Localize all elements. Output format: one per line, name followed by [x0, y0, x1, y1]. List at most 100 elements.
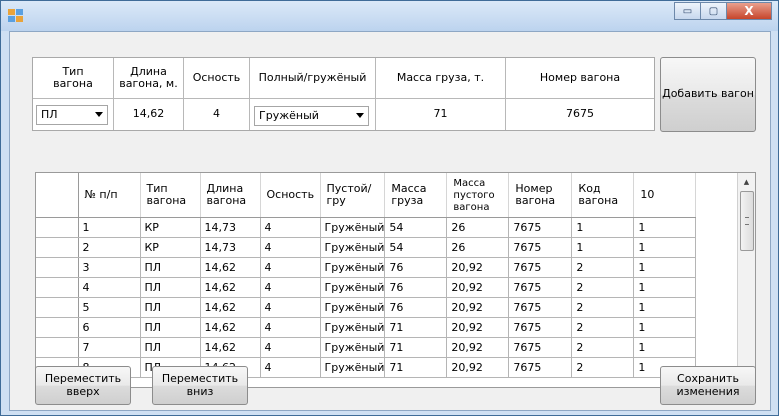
cell[interactable]: 4	[78, 277, 141, 298]
cell[interactable]: 1	[633, 337, 697, 358]
cell[interactable]: 7675	[508, 317, 573, 338]
cell[interactable]: 14,62	[200, 257, 261, 278]
number-field[interactable]: 7675	[506, 99, 654, 130]
table-row[interactable]: 6 ПЛ 14,62 4 Гружёный 71 20,92 7675 2 1	[36, 317, 697, 338]
cell[interactable]: Гружёный	[320, 257, 386, 278]
cell[interactable]: 4	[260, 357, 321, 378]
cell[interactable]: Гружёный	[320, 277, 386, 298]
table-row[interactable]: 1 КР 14,73 4 Гружёный 54 26 7675 1 1	[36, 217, 697, 238]
cell[interactable]: 71	[384, 357, 448, 378]
column-header[interactable]: Тип вагона	[140, 173, 201, 218]
load-combo[interactable]: Гружёный	[254, 106, 369, 126]
cell[interactable]: 14,62	[200, 277, 261, 298]
scroll-up-icon[interactable]: ▲	[738, 173, 755, 190]
cell[interactable]: КР	[140, 217, 201, 238]
cell[interactable]: 5	[78, 297, 141, 318]
cell[interactable]: Гружёный	[320, 297, 386, 318]
close-button[interactable]: X	[726, 2, 772, 20]
cell[interactable]: 20,92	[446, 357, 510, 378]
cell[interactable]: 1	[633, 237, 697, 258]
cell[interactable]: 1	[571, 237, 635, 258]
column-header[interactable]: № п/п	[78, 173, 141, 218]
cell[interactable]: 20,92	[446, 337, 510, 358]
cell[interactable]: 76	[384, 277, 448, 298]
cell[interactable]: 14,62	[200, 297, 261, 318]
cell[interactable]: ПЛ	[140, 337, 201, 358]
cell[interactable]: 2	[571, 277, 635, 298]
title-bar[interactable]: ▭ ▢ X	[1, 1, 778, 31]
row-header[interactable]	[36, 237, 79, 258]
move-up-button[interactable]: Переместить вверх	[35, 366, 131, 405]
cell[interactable]: 1	[78, 217, 141, 238]
cell[interactable]: 26	[446, 237, 510, 258]
cell[interactable]: 14,73	[200, 237, 261, 258]
cell[interactable]: 7675	[508, 337, 573, 358]
type-combo[interactable]: ПЛ	[36, 105, 108, 125]
cell[interactable]: 2	[571, 297, 635, 318]
cell[interactable]: 7675	[508, 237, 573, 258]
cell[interactable]: 4	[260, 297, 321, 318]
cell[interactable]: 6	[78, 317, 141, 338]
cell[interactable]: 4	[260, 317, 321, 338]
save-changes-button[interactable]: Сохранить изменения	[660, 366, 756, 405]
cell[interactable]: 20,92	[446, 317, 510, 338]
cell[interactable]: Гружёный	[320, 237, 386, 258]
row-header[interactable]	[36, 257, 79, 278]
cell[interactable]: 54	[384, 217, 448, 238]
cell[interactable]: Гружёный	[320, 337, 386, 358]
length-field[interactable]: 14,62	[114, 99, 184, 130]
column-header[interactable]: Масса пустого вагона	[446, 173, 510, 218]
table-row[interactable]: 2 КР 14,73 4 Гружёный 54 26 7675 1 1	[36, 237, 697, 258]
cell[interactable]: 1	[633, 257, 697, 278]
column-header[interactable]: Номер вагона	[508, 173, 573, 218]
cell[interactable]: 7675	[508, 357, 573, 378]
wagons-grid[interactable]: № п/п Тип вагона Длина вагона Осность Пу…	[35, 172, 756, 388]
cell[interactable]: 7675	[508, 217, 573, 238]
cell[interactable]: 7675	[508, 297, 573, 318]
cell[interactable]: 7675	[508, 257, 573, 278]
cell[interactable]: 4	[260, 237, 321, 258]
row-header[interactable]	[36, 217, 79, 238]
cell[interactable]: 4	[260, 257, 321, 278]
cell[interactable]: 4	[260, 217, 321, 238]
cell[interactable]: Гружёный	[320, 317, 386, 338]
add-wagon-button[interactable]: Добавить вагон	[660, 57, 756, 132]
cell[interactable]: 1	[633, 277, 697, 298]
cell[interactable]: 14,73	[200, 217, 261, 238]
cell[interactable]: КР	[140, 237, 201, 258]
cell[interactable]: ПЛ	[140, 297, 201, 318]
cell[interactable]: 3	[78, 257, 141, 278]
cell[interactable]: 76	[384, 297, 448, 318]
cell[interactable]: 20,92	[446, 277, 510, 298]
row-header[interactable]	[36, 277, 79, 298]
column-header[interactable]: Масса груза	[384, 173, 448, 218]
maximize-button[interactable]: ▢	[700, 2, 726, 20]
cell[interactable]: 20,92	[446, 297, 510, 318]
column-header[interactable]: Код вагона	[571, 173, 635, 218]
scroll-thumb[interactable]	[740, 191, 754, 251]
row-header[interactable]	[36, 297, 79, 318]
cell[interactable]: 2	[78, 237, 141, 258]
cell[interactable]: 71	[384, 337, 448, 358]
cell[interactable]: ПЛ	[140, 257, 201, 278]
move-down-button[interactable]: Переместить вниз	[152, 366, 248, 405]
cell[interactable]: 1	[571, 217, 635, 238]
table-row[interactable]: 7 ПЛ 14,62 4 Гружёный 71 20,92 7675 2 1	[36, 337, 697, 358]
cell[interactable]: 7	[78, 337, 141, 358]
cell[interactable]: 76	[384, 257, 448, 278]
cell[interactable]: Гружёный	[320, 357, 386, 378]
cell[interactable]: 14,62	[200, 317, 261, 338]
cell[interactable]: 26	[446, 217, 510, 238]
minimize-button[interactable]: ▭	[674, 2, 700, 20]
cell[interactable]: ПЛ	[140, 277, 201, 298]
cell[interactable]: 54	[384, 237, 448, 258]
cell[interactable]: 4	[260, 337, 321, 358]
column-header[interactable]: Пустой/гру	[320, 173, 386, 218]
cell[interactable]: 4	[260, 277, 321, 298]
cell[interactable]: 1	[633, 317, 697, 338]
row-header[interactable]	[36, 337, 79, 358]
table-row[interactable]: 4 ПЛ 14,62 4 Гружёный 76 20,92 7675 2 1	[36, 277, 697, 298]
column-header[interactable]: Осность	[260, 173, 321, 218]
row-header[interactable]	[36, 317, 79, 338]
cell[interactable]: 1	[633, 297, 697, 318]
